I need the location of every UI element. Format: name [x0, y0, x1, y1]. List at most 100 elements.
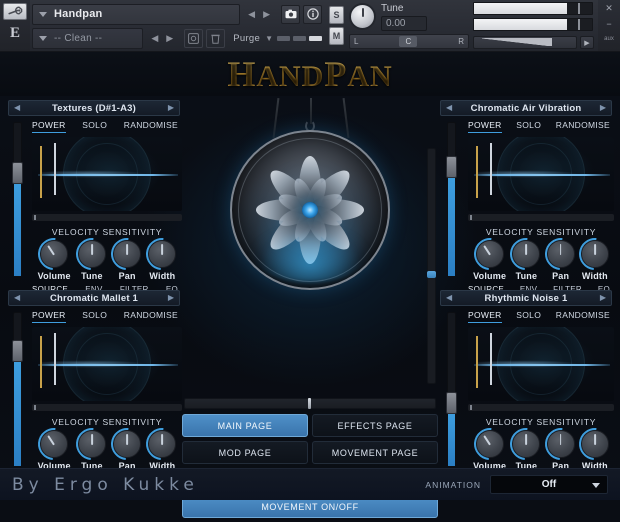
tab-randomise[interactable]: RANDOMISE — [124, 310, 178, 322]
waveform-scrubber[interactable] — [468, 404, 614, 411]
master-volume-fader[interactable] — [473, 36, 577, 49]
solo-button[interactable]: S — [329, 6, 344, 24]
camera-icon[interactable] — [281, 5, 300, 24]
tab-power[interactable]: POWER — [32, 120, 66, 132]
waveform-scrubber[interactable] — [468, 214, 614, 221]
chain-right — [343, 98, 350, 138]
delete-preset-icon[interactable] — [206, 29, 225, 48]
panel-volume-fader[interactable] — [447, 122, 456, 277]
waveform-scrubber[interactable] — [32, 404, 182, 411]
knob-width[interactable]: Width — [148, 240, 176, 281]
waveform-end-marker[interactable] — [54, 143, 56, 195]
knob-label-pan: Pan — [552, 271, 569, 281]
knob-width[interactable]: Width — [148, 430, 176, 471]
pan-slider[interactable]: L C R — [349, 34, 469, 49]
panel-next-icon[interactable]: ▶ — [600, 294, 606, 302]
waveform-end-marker[interactable] — [490, 143, 492, 195]
knob-volume[interactable]: Volume — [473, 430, 506, 471]
panel-header[interactable]: ◀ Chromatic Air Vibration ▶ — [440, 100, 612, 116]
knob-label-tune: Tune — [81, 271, 103, 281]
panel-volume-fader[interactable] — [13, 312, 22, 467]
minimize-icon[interactable]: − — [606, 20, 611, 29]
panel-next-icon[interactable]: ▶ — [600, 104, 606, 112]
panel-next-icon[interactable]: ▶ — [168, 104, 174, 112]
knob-volume[interactable]: Volume — [38, 430, 71, 471]
waveform-start-marker[interactable] — [40, 146, 42, 198]
panel-header[interactable]: ◀ Textures (D#1-A3) ▶ — [8, 100, 180, 116]
master-tune-knob[interactable] — [349, 3, 376, 30]
knob-volume[interactable]: Volume — [38, 240, 71, 281]
mod-page-button[interactable]: MOD PAGE — [182, 441, 308, 464]
fader-handle-icon[interactable]: ▶ — [580, 36, 594, 49]
panel-header[interactable]: ◀ Chromatic Mallet 1 ▶ — [8, 290, 180, 306]
waveform-start-marker[interactable] — [476, 336, 478, 388]
waveform-start-marker[interactable] — [40, 336, 42, 388]
host-right-rail: ✕ − aux — [598, 0, 620, 51]
knob-pan[interactable]: Pan — [547, 240, 575, 281]
wrench-icon[interactable] — [3, 3, 27, 20]
waveform-display[interactable] — [32, 137, 182, 211]
close-icon[interactable]: ✕ — [605, 4, 613, 13]
tab-solo[interactable]: SOLO — [516, 120, 541, 132]
knob-pan[interactable]: Pan — [113, 430, 141, 471]
tab-solo[interactable]: SOLO — [82, 310, 107, 322]
knob-volume[interactable]: Volume — [473, 240, 506, 281]
aux-label[interactable]: aux — [604, 36, 614, 42]
tab-solo[interactable]: SOLO — [516, 310, 541, 322]
instrument-name-field[interactable]: Handpan — [32, 4, 240, 25]
velocity-sensitivity-label: VELOCITY SENSITIVITY — [30, 417, 184, 427]
panel-volume-fader[interactable] — [13, 122, 22, 277]
tune-value[interactable]: 0.00 — [381, 16, 427, 31]
knob-width[interactable]: Width — [581, 240, 609, 281]
animation-dropdown[interactable]: Off — [490, 475, 608, 494]
horizontal-macro-slider[interactable] — [184, 398, 436, 409]
prev-preset-icon[interactable]: ◀ — [151, 34, 158, 43]
knob-tune[interactable]: Tune — [78, 430, 106, 471]
prev-instrument-icon[interactable]: ◀ — [248, 10, 255, 19]
panel-fader-column — [436, 118, 466, 286]
info-icon[interactable] — [303, 5, 322, 24]
tab-power[interactable]: POWER — [32, 310, 66, 322]
waveform-scrubber[interactable] — [32, 214, 182, 221]
movement-page-button[interactable]: MOVEMENT PAGE — [312, 441, 438, 464]
preset-nav-arrows[interactable]: ◀ ▶ — [143, 34, 181, 43]
voice-bar — [293, 36, 306, 41]
tab-randomise[interactable]: RANDOMISE — [556, 120, 610, 132]
tab-randomise[interactable]: RANDOMISE — [124, 120, 178, 132]
waveform-end-marker[interactable] — [54, 333, 56, 385]
panel-next-icon[interactable]: ▶ — [168, 294, 174, 302]
tab-power[interactable]: POWER — [468, 310, 502, 322]
knob-pan[interactable]: Pan — [113, 240, 141, 281]
next-instrument-icon[interactable]: ▶ — [263, 10, 270, 19]
instrument-nav-arrows[interactable]: ◀ ▶ — [240, 10, 278, 19]
waveform-end-marker[interactable] — [490, 333, 492, 385]
purge-label[interactable]: Purge — [233, 33, 260, 44]
waveform-display[interactable] — [468, 137, 614, 211]
tab-solo[interactable]: SOLO — [82, 120, 107, 132]
credit-text: By Ergo Kukke — [12, 475, 199, 495]
preset-field[interactable]: -- Clean -- — [32, 28, 143, 49]
waveform-start-marker[interactable] — [476, 146, 478, 198]
panel-fader-column — [4, 308, 30, 476]
knob-tune[interactable]: Tune — [512, 430, 540, 471]
panel-title: Chromatic Air Vibration — [452, 103, 600, 114]
save-preset-icon[interactable] — [184, 29, 203, 48]
voice-bar — [277, 36, 290, 41]
waveform-display[interactable] — [32, 327, 182, 401]
knob-pan[interactable]: Pan — [547, 430, 575, 471]
panel-header[interactable]: ◀ Rhythmic Noise 1 ▶ — [440, 290, 612, 306]
panel-volume-fader[interactable] — [447, 312, 456, 467]
vertical-macro-slider[interactable] — [427, 148, 436, 384]
knob-tune[interactable]: Tune — [78, 240, 106, 281]
knob-width[interactable]: Width — [581, 430, 609, 471]
tab-randomise[interactable]: RANDOMISE — [556, 310, 610, 322]
effects-page-button[interactable]: EFFECTS PAGE — [312, 414, 438, 437]
main-page-button[interactable]: MAIN PAGE — [182, 414, 308, 437]
waveform-display[interactable] — [468, 327, 614, 401]
mute-button[interactable]: M — [329, 27, 344, 45]
purge-chevron-icon[interactable]: ▼ — [265, 34, 273, 43]
tab-power[interactable]: POWER — [468, 120, 502, 132]
knob-tune[interactable]: Tune — [512, 240, 540, 281]
next-preset-icon[interactable]: ▶ — [166, 34, 173, 43]
volume-fader-row: ▶ — [473, 36, 594, 49]
